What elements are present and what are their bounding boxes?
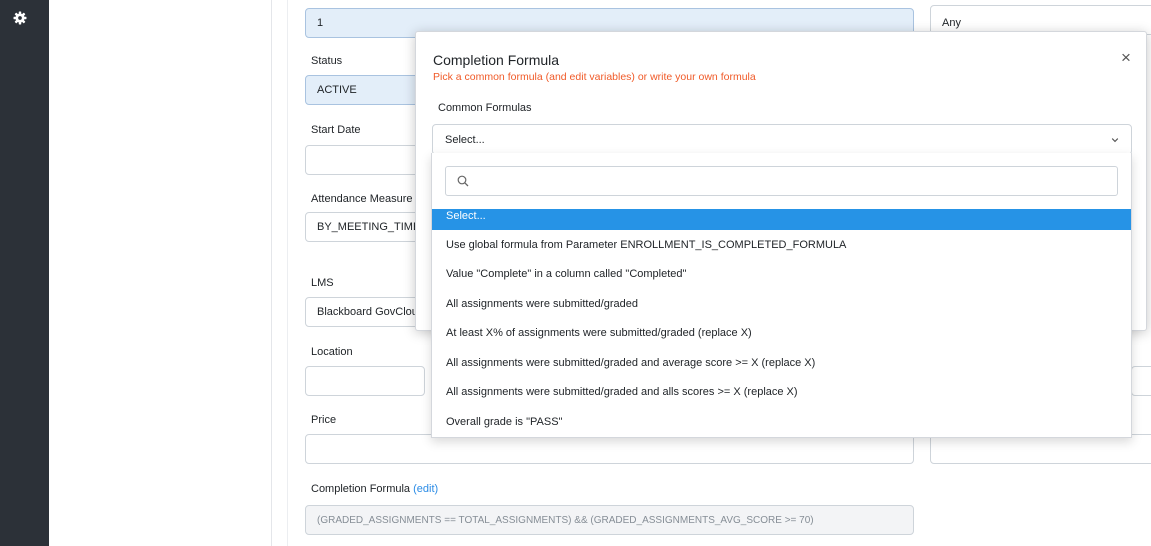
completion-formula-value: (GRADED_ASSIGNMENTS == TOTAL_ASSIGNMENTS… bbox=[317, 514, 814, 526]
location-label: Location bbox=[311, 346, 353, 358]
panel-divider bbox=[271, 0, 272, 546]
sidebar bbox=[0, 0, 49, 546]
attendance-measure-field[interactable]: BY_MEETING_TIMES bbox=[305, 212, 425, 242]
price-label: Price bbox=[311, 414, 337, 426]
common-formulas-dropdown: Select... Use global formula from Parame… bbox=[431, 153, 1132, 438]
lms-value: Blackboard GovCloud bbox=[317, 306, 425, 318]
lms-field[interactable]: Blackboard GovCloud bbox=[305, 297, 425, 327]
select-value: Select... bbox=[445, 133, 485, 146]
completion-formula-edit-link[interactable]: (edit) bbox=[413, 483, 438, 495]
top-field-value: 1 bbox=[317, 17, 324, 29]
dropdown-options: Select... Use global formula from Parame… bbox=[432, 209, 1131, 437]
dropdown-option[interactable]: At least X% of assignments were submitte… bbox=[432, 319, 1131, 349]
attendance-measure-value: BY_MEETING_TIMES bbox=[317, 221, 425, 233]
search-input[interactable] bbox=[445, 166, 1118, 196]
dropdown-option[interactable]: Overall grade is "PASS" bbox=[432, 407, 1131, 437]
common-formulas-label: Common Formulas bbox=[438, 102, 532, 114]
right-field[interactable] bbox=[1131, 366, 1151, 396]
search-icon bbox=[457, 175, 469, 187]
lms-label: LMS bbox=[311, 277, 334, 289]
chevron-down-icon bbox=[1111, 138, 1119, 143]
gear-icon[interactable] bbox=[13, 11, 27, 25]
dropdown-option[interactable]: Value "Complete" in a column called "Com… bbox=[432, 260, 1131, 290]
dropdown-option[interactable]: All assignments were submitted/graded bbox=[432, 289, 1131, 319]
right-field[interactable] bbox=[930, 434, 1151, 464]
start-date-label: Start Date bbox=[311, 124, 361, 136]
price-field[interactable] bbox=[305, 434, 914, 464]
dropdown-option-select[interactable]: Select... bbox=[432, 209, 1131, 230]
status-value: ACTIVE bbox=[317, 84, 357, 96]
completion-formula-label-text: Completion Formula bbox=[311, 483, 411, 495]
completion-formula-label: Completion Formula (edit) bbox=[311, 483, 438, 495]
dropdown-option[interactable]: Use global formula from Parameter ENROLL… bbox=[432, 230, 1131, 260]
status-field[interactable]: ACTIVE bbox=[305, 75, 425, 105]
attendance-measure-label: Attendance Measure bbox=[311, 193, 413, 205]
dropdown-option[interactable]: All assignments were submitted/graded an… bbox=[432, 378, 1131, 408]
right-filter-value: Any bbox=[942, 17, 961, 29]
panel-divider bbox=[287, 0, 288, 546]
modal-subtitle: Pick a common formula (and edit variable… bbox=[433, 71, 756, 83]
location-field[interactable] bbox=[305, 366, 425, 396]
start-date-field[interactable] bbox=[305, 145, 425, 175]
close-icon[interactable]: × bbox=[1121, 48, 1131, 68]
common-formulas-select[interactable]: Select... bbox=[432, 124, 1132, 155]
modal-title: Completion Formula bbox=[433, 52, 560, 68]
completion-formula-field: (GRADED_ASSIGNMENTS == TOTAL_ASSIGNMENTS… bbox=[305, 505, 914, 535]
dropdown-option[interactable]: All assignments were submitted/graded an… bbox=[432, 348, 1131, 378]
status-label: Status bbox=[311, 55, 343, 67]
